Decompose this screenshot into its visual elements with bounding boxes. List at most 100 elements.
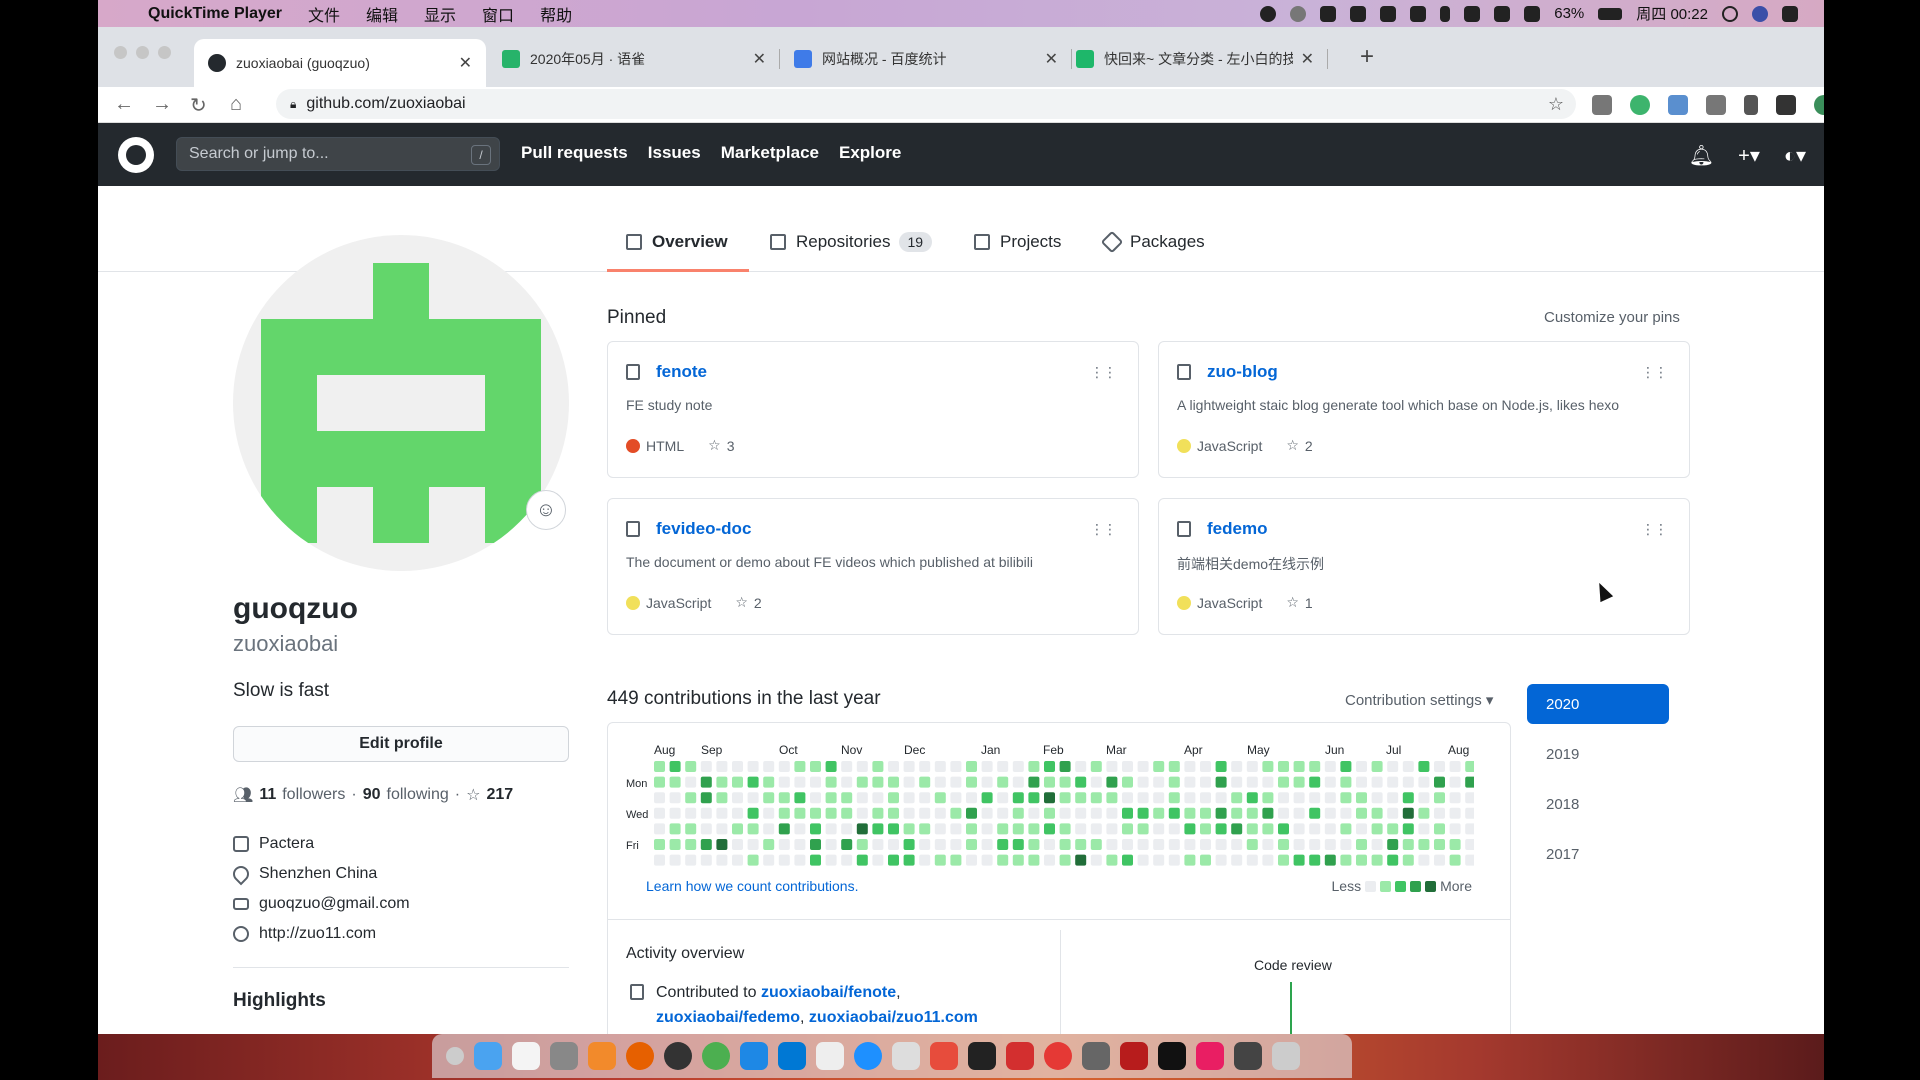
repo-name-link[interactable]: fedemo xyxy=(1207,519,1267,539)
contribution-day-cell[interactable] xyxy=(966,823,977,835)
contribution-day-cell[interactable] xyxy=(747,776,759,788)
url-field[interactable]: 🔒︎ github.com/zuoxiaobai ☆ xyxy=(276,89,1576,119)
contribution-day-cell[interactable] xyxy=(1434,854,1445,866)
contribution-day-cell[interactable] xyxy=(872,807,884,819)
contribution-day-cell[interactable] xyxy=(1184,807,1196,819)
contribution-day-cell[interactable] xyxy=(1059,854,1071,866)
contribution-day-cell[interactable] xyxy=(810,776,821,788)
contribution-day-cell[interactable] xyxy=(794,854,806,866)
contribution-day-cell[interactable] xyxy=(747,839,759,850)
contribution-day-cell[interactable] xyxy=(1168,839,1180,850)
year-2019-button[interactable]: 2019 xyxy=(1527,734,1669,774)
contribution-day-cell[interactable] xyxy=(1028,792,1040,804)
contribution-day-cell[interactable] xyxy=(1106,854,1118,866)
contribution-day-cell[interactable] xyxy=(1356,839,1367,850)
qq-icon[interactable] xyxy=(1410,5,1427,22)
contribution-day-cell[interactable] xyxy=(763,823,775,835)
contribution-day-cell[interactable] xyxy=(888,854,899,866)
contribution-day-cell[interactable] xyxy=(1059,807,1071,819)
quicktime-icon[interactable] xyxy=(664,1042,692,1070)
contribution-day-cell[interactable] xyxy=(888,839,899,850)
contribution-day-cell[interactable] xyxy=(1309,823,1321,835)
contribution-day-cell[interactable] xyxy=(1309,807,1321,819)
contribution-day-cell[interactable] xyxy=(763,792,775,804)
email-link[interactable]: guoqzuo@gmail.com xyxy=(259,895,410,913)
github-logo-icon[interactable] xyxy=(118,137,154,173)
contribution-day-cell[interactable] xyxy=(654,776,665,788)
contribution-day-cell[interactable] xyxy=(1106,776,1118,788)
contribution-day-cell[interactable] xyxy=(841,839,853,850)
trash-icon[interactable] xyxy=(1272,1042,1300,1070)
contribution-day-cell[interactable] xyxy=(1137,792,1149,804)
contribution-day-cell[interactable] xyxy=(1293,807,1305,819)
contribution-day-cell[interactable] xyxy=(1293,792,1305,804)
drag-handle-icon[interactable]: ⋮⋮ xyxy=(1090,521,1117,538)
contribution-day-cell[interactable] xyxy=(794,792,806,804)
vscode-icon[interactable] xyxy=(778,1042,806,1070)
contribution-day-cell[interactable] xyxy=(1215,776,1227,788)
repo-name-link[interactable]: fevideo-doc xyxy=(656,519,751,539)
create-new-icon[interactable]: +▾ xyxy=(1738,143,1760,168)
contribution-day-cell[interactable] xyxy=(1418,776,1430,788)
drag-handle-icon[interactable]: ⋮⋮ xyxy=(1090,364,1117,381)
contribution-day-cell[interactable] xyxy=(716,854,728,866)
contribution-day-cell[interactable] xyxy=(1465,792,1474,804)
contribution-day-cell[interactable] xyxy=(685,761,697,772)
contribution-day-cell[interactable] xyxy=(856,823,868,835)
contribution-day-cell[interactable] xyxy=(1075,761,1087,772)
contribution-day-cell[interactable] xyxy=(1418,807,1430,819)
battery-icon[interactable] xyxy=(1598,7,1623,20)
contribution-day-cell[interactable] xyxy=(1106,839,1118,850)
extension-icon[interactable] xyxy=(1630,95,1650,115)
contribution-day-cell[interactable] xyxy=(825,807,837,819)
contribution-day-cell[interactable] xyxy=(888,807,899,819)
finder-icon[interactable] xyxy=(474,1042,502,1070)
launchpad-icon[interactable] xyxy=(550,1042,578,1070)
year-2018-button[interactable]: 2018 xyxy=(1527,784,1669,824)
contribution-day-cell[interactable] xyxy=(1028,823,1040,835)
webstorm-icon[interactable] xyxy=(740,1042,768,1070)
contribution-day-cell[interactable] xyxy=(1371,823,1383,835)
contribution-day-cell[interactable] xyxy=(1449,776,1461,788)
contribution-day-cell[interactable] xyxy=(903,854,915,866)
app-icon[interactable] xyxy=(1120,1042,1148,1070)
contribution-day-cell[interactable] xyxy=(685,792,697,804)
contribution-day-cell[interactable] xyxy=(1418,839,1430,850)
contribution-day-cell[interactable] xyxy=(778,807,790,819)
contribution-day-cell[interactable] xyxy=(1012,776,1024,788)
contribution-day-cell[interactable] xyxy=(1184,792,1196,804)
stars-count[interactable]: 217 xyxy=(486,786,513,804)
contribution-day-cell[interactable] xyxy=(1106,792,1118,804)
contribution-day-cell[interactable] xyxy=(1465,776,1474,788)
contribution-day-cell[interactable] xyxy=(1059,823,1071,835)
contribution-day-cell[interactable] xyxy=(700,854,712,866)
contribution-day-cell[interactable] xyxy=(997,792,1009,804)
contribution-day-cell[interactable] xyxy=(747,761,759,772)
contribution-day-cell[interactable] xyxy=(1075,776,1087,788)
contribution-day-cell[interactable] xyxy=(778,776,790,788)
menu-help[interactable]: 帮助 xyxy=(540,2,572,26)
contribution-day-cell[interactable] xyxy=(1028,776,1040,788)
contribution-day-cell[interactable] xyxy=(856,807,868,819)
contribution-day-cell[interactable] xyxy=(700,839,712,850)
contribution-day-cell[interactable] xyxy=(685,776,697,788)
extension-icon[interactable] xyxy=(1668,95,1688,115)
terminal-icon[interactable] xyxy=(1158,1042,1186,1070)
extension-icon[interactable] xyxy=(1744,95,1758,115)
contribution-day-cell[interactable] xyxy=(1465,823,1474,835)
contribution-day-cell[interactable] xyxy=(1137,761,1149,772)
contribution-day-cell[interactable] xyxy=(1324,854,1336,866)
contribution-day-cell[interactable] xyxy=(732,776,743,788)
contribution-day-cell[interactable] xyxy=(700,761,712,772)
activity-repo-link[interactable]: zuoxiaobai/fenote xyxy=(761,984,896,1001)
contribution-day-cell[interactable] xyxy=(1153,823,1165,835)
contribution-day-cell[interactable] xyxy=(934,776,946,788)
contribution-day-cell[interactable] xyxy=(1278,761,1289,772)
contribution-day-cell[interactable] xyxy=(1246,823,1258,835)
contribution-day-cell[interactable] xyxy=(919,823,931,835)
contribution-day-cell[interactable] xyxy=(1356,761,1367,772)
firefox-icon[interactable] xyxy=(626,1042,654,1070)
contribution-day-cell[interactable] xyxy=(794,823,806,835)
contribution-day-cell[interactable] xyxy=(1418,792,1430,804)
following-count[interactable]: 90 xyxy=(363,786,381,804)
